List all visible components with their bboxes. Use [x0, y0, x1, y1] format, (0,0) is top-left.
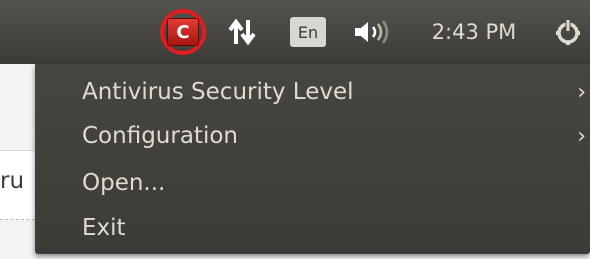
menu-item-antivirus-security-level[interactable]: Antivirus Security Level ›	[35, 69, 590, 115]
menu-item-open[interactable]: Open...	[35, 160, 590, 206]
highlight-ring: C	[160, 9, 206, 55]
menu-item-label: Open...	[82, 170, 166, 196]
network-arrows-svg	[228, 18, 256, 46]
clock[interactable]: 2:43 PM	[418, 0, 530, 64]
power-icon[interactable]	[548, 0, 588, 64]
indicator-menu: Antivirus Security Level › Configuration…	[35, 64, 590, 254]
background-partial-text: ru	[0, 168, 25, 194]
language-label: En	[290, 17, 326, 47]
menu-item-configuration[interactable]: Configuration ›	[35, 113, 590, 159]
comodo-antivirus-icon[interactable]: C	[167, 18, 199, 46]
top-panel: C En 2:43 PM	[0, 0, 590, 64]
volume-svg	[355, 20, 389, 44]
keyboard-language-indicator[interactable]: En	[286, 0, 330, 64]
menu-item-label: Antivirus Security Level	[82, 79, 354, 105]
volume-icon[interactable]	[348, 0, 396, 64]
tray-app-indicator[interactable]: C	[152, 0, 214, 64]
chevron-right-icon: ›	[577, 123, 586, 149]
app-icon-letter: C	[176, 21, 190, 43]
menu-item-label: Exit	[82, 215, 126, 241]
menu-item-exit[interactable]: Exit	[35, 205, 590, 251]
power-svg	[556, 20, 580, 45]
menu-item-label: Configuration	[82, 123, 238, 149]
chevron-right-icon: ›	[577, 79, 586, 105]
network-arrows-icon[interactable]	[220, 0, 264, 64]
